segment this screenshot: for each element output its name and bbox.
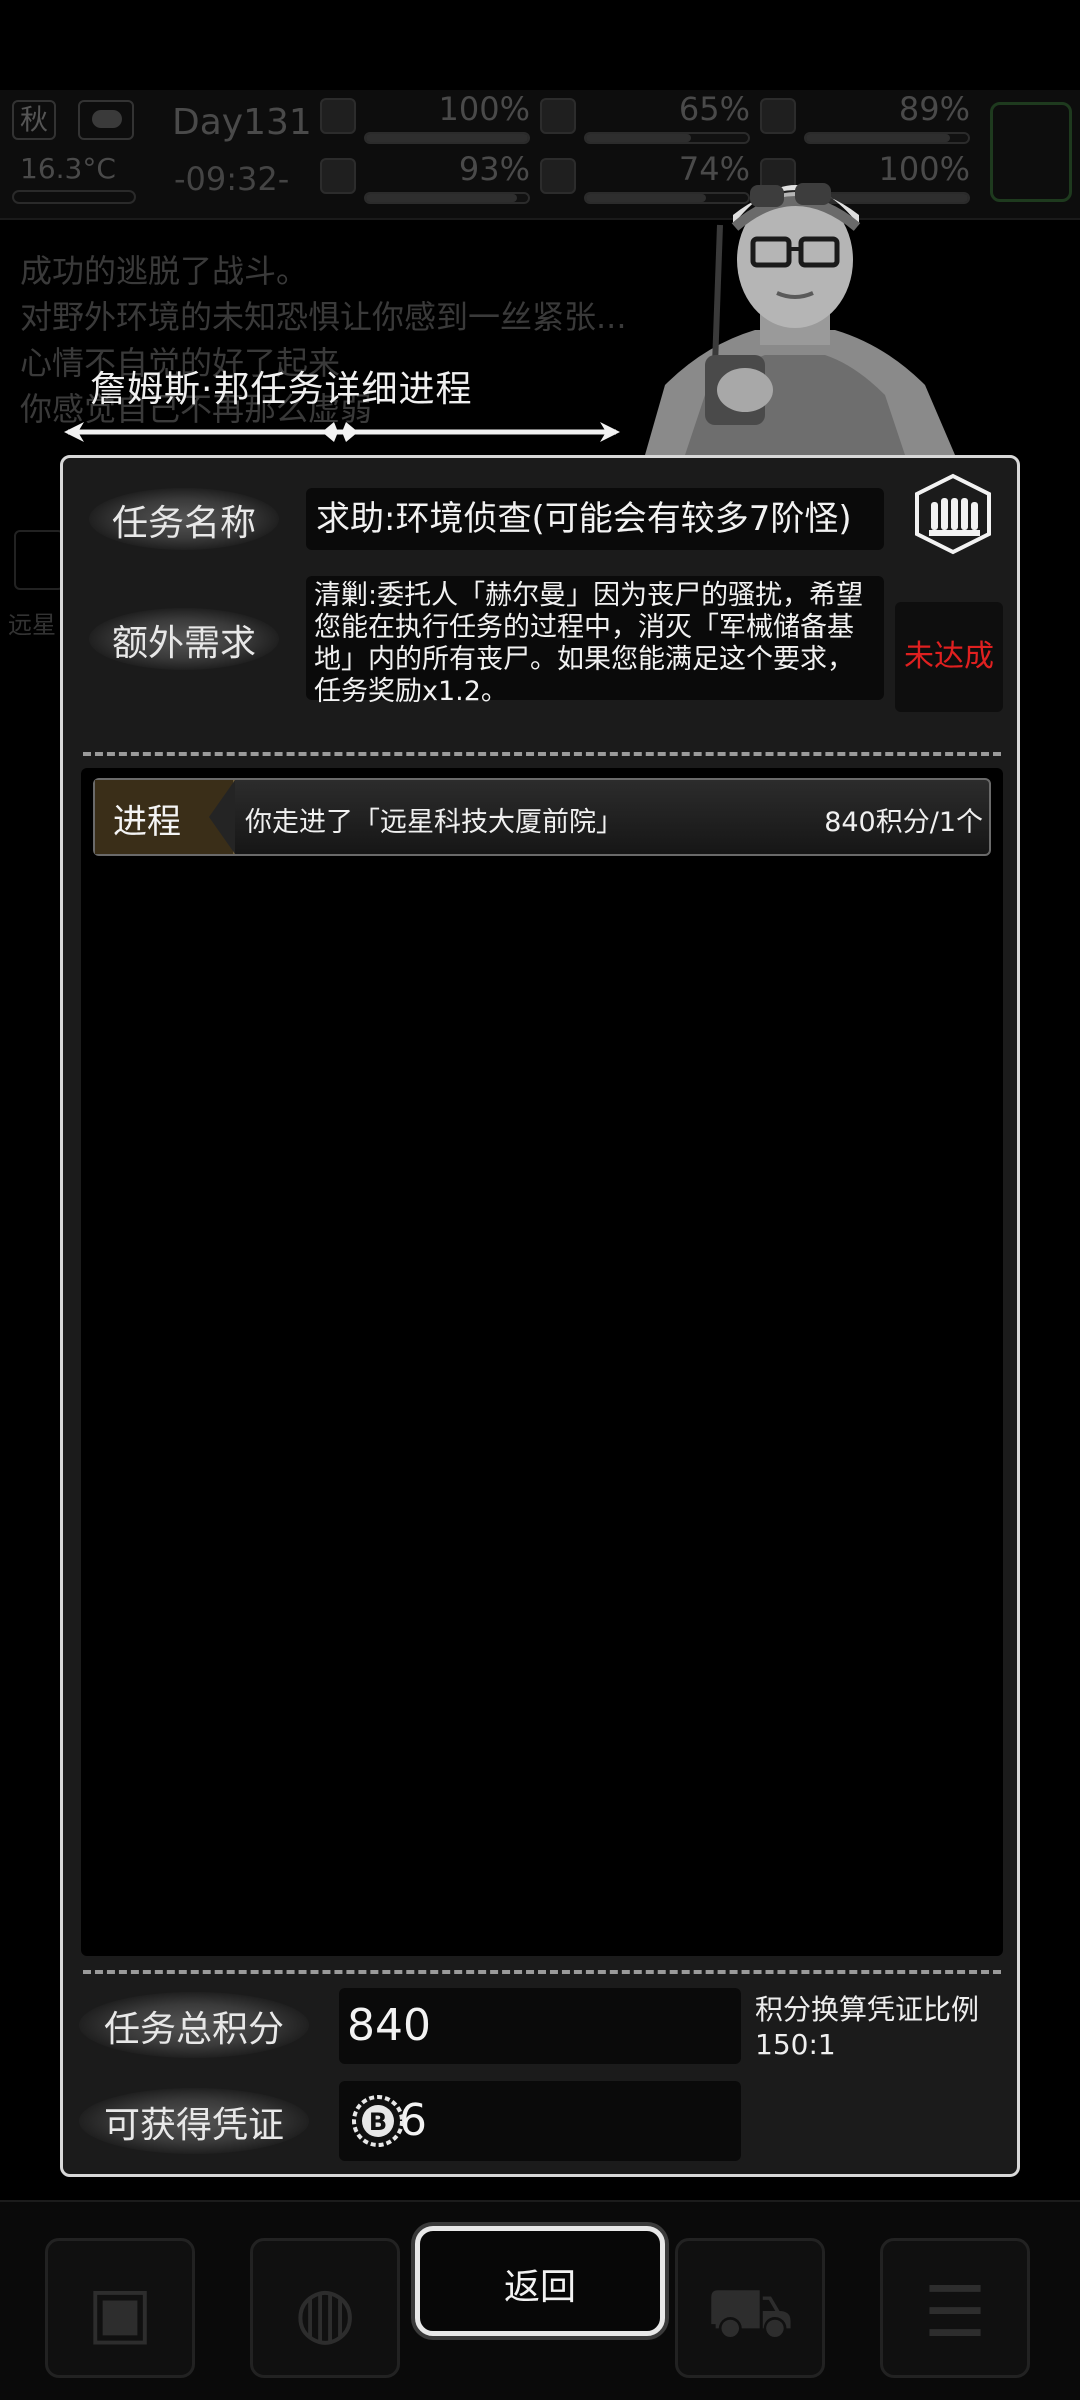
temperature: 16.3°C	[20, 152, 116, 185]
day-counter: Day131	[172, 102, 312, 143]
progress-score: 840积分/1个	[824, 807, 983, 838]
brain-icon: ◍	[294, 2271, 356, 2353]
cloudy-weather-icon	[78, 100, 134, 140]
game-clock: -09:32-	[174, 160, 290, 198]
location-name: 远星	[8, 611, 56, 639]
ammo-icon	[915, 473, 991, 555]
water-drop-icon	[540, 158, 576, 194]
equipment-slot	[990, 102, 1072, 202]
backpack-button: ▣	[45, 2238, 195, 2378]
brain-button: ◍	[250, 2238, 400, 2378]
extra-requirement-text: 清剿:委托人「赫尔曼」因为丧尸的骚扰，希望您能在执行任务的过程中，消灭「军械储备…	[306, 576, 884, 707]
character-portrait	[645, 183, 955, 455]
shop-button: ⛟	[675, 2238, 825, 2378]
progress-row: 进程 你走进了「远星科技大厦前院」 840积分/1个	[93, 778, 991, 856]
total-score-value: 840	[339, 1988, 741, 2064]
location-icon	[14, 530, 64, 590]
voucher-coin-icon: B	[352, 2095, 404, 2147]
hunger-bar	[584, 132, 750, 144]
title-underline	[64, 422, 620, 442]
task-name-label: 任务名称	[111, 503, 256, 544]
cart-icon: ⛟	[705, 2271, 795, 2353]
health-stat: 100%	[320, 90, 530, 144]
medkit-icon	[320, 98, 356, 134]
divider	[83, 752, 1001, 756]
ratio-value: 150:1	[755, 2028, 836, 2061]
hunger-stat: 65%	[540, 90, 750, 144]
voucher-label: 可获得凭证	[103, 2105, 284, 2146]
backpack-icon: ▣	[86, 2271, 154, 2353]
menu-button: ☰	[880, 2238, 1030, 2378]
divider	[83, 1970, 1001, 1974]
health-bar	[364, 132, 530, 144]
requirement-status-badge: 未达成	[895, 602, 1003, 712]
dialog-title: 詹姆斯·邦任务详细进程	[90, 369, 473, 410]
mental-icon	[760, 98, 796, 134]
boot-icon	[320, 158, 356, 194]
progress-list[interactable]: 进程 你走进了「远星科技大厦前院」 840积分/1个	[81, 768, 1003, 1956]
back-button[interactable]: 返回	[415, 2226, 665, 2336]
ratio-label: 积分换算凭证比例	[755, 1993, 980, 2026]
progress-text: 你走进了「远星科技大厦前院」	[245, 807, 623, 838]
stomach-icon	[540, 98, 576, 134]
temperature-bar	[12, 190, 136, 204]
task-progress-dialog: 任务名称 求助:环境侦查(可能会有较多7阶怪) 额外需求 清剿:委托人「赫尔曼」…	[60, 455, 1020, 2177]
mental-stat: 89%	[760, 90, 970, 144]
season-indicator: 秋	[12, 100, 56, 140]
progress-tag: 进程	[95, 780, 235, 854]
total-score-label: 任务总积分	[103, 2009, 284, 2050]
svg-text:B: B	[369, 2108, 387, 2136]
list-icon: ☰	[923, 2271, 987, 2353]
extra-requirement-label: 额外需求	[111, 623, 256, 664]
back-button-label: 返回	[503, 2267, 576, 2308]
mental-bar	[804, 132, 970, 144]
task-name-value: 求助:环境侦查(可能会有较多7阶怪)	[306, 488, 884, 550]
foot-stat: 93%	[320, 150, 530, 204]
foot-bar	[364, 192, 530, 204]
